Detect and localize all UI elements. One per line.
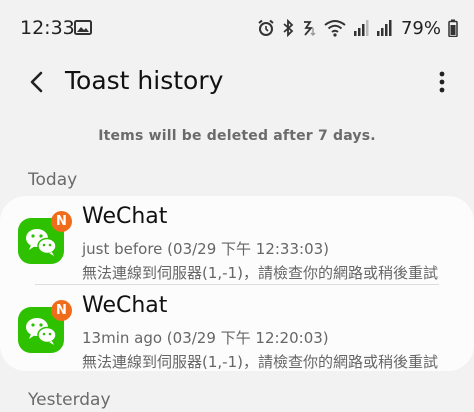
alarm-icon [257, 19, 275, 37]
list-item[interactable]: N WeChat just before (03/29 下午 12:33:03)… [0, 196, 474, 282]
photo-icon [74, 20, 92, 35]
more-vert-icon [439, 71, 445, 93]
bluetooth-icon [282, 19, 294, 37]
retention-notice: Items will be deleted after 7 days. [98, 128, 376, 144]
notification-badge: N [51, 211, 72, 232]
signal-icon [376, 19, 392, 37]
item-app-name: WeChat [82, 293, 168, 318]
status-icons: 79% [257, 16, 458, 40]
battery-percent: 79% [400, 17, 441, 39]
app-bar: Toast history [0, 58, 474, 106]
battery-icon [448, 19, 458, 37]
wifi-icon [324, 19, 346, 37]
status-time: 12:33 [20, 17, 75, 39]
section-label-yesterday: Yesterday [28, 390, 111, 410]
notification-badge: N [51, 300, 72, 321]
more-options-button[interactable] [434, 68, 450, 96]
item-message: 無法連線到伺服器(1,-1)，請檢查你的網路或稍後重試 [82, 353, 438, 371]
toast-list-card: N WeChat just before (03/29 下午 12:33:03)… [0, 196, 474, 371]
back-button[interactable] [24, 68, 52, 96]
back-arrow-icon [30, 71, 43, 93]
status-bar: 12:33 79% [0, 0, 474, 58]
signal-icon [353, 19, 369, 37]
list-item[interactable]: N WeChat 13min ago (03/29 下午 12:20:03) 無… [0, 285, 474, 371]
item-app-name: WeChat [82, 204, 168, 229]
item-time: 13min ago (03/29 下午 12:20:03) [82, 329, 329, 347]
data-saver-icon [301, 19, 317, 37]
section-label-today: Today [28, 170, 78, 190]
item-time: just before (03/29 下午 12:33:03) [82, 240, 330, 258]
page-title: Toast history [65, 66, 224, 95]
item-message: 無法連線到伺服器(1,-1)，請檢查你的網路或稍後重試 [82, 264, 438, 282]
